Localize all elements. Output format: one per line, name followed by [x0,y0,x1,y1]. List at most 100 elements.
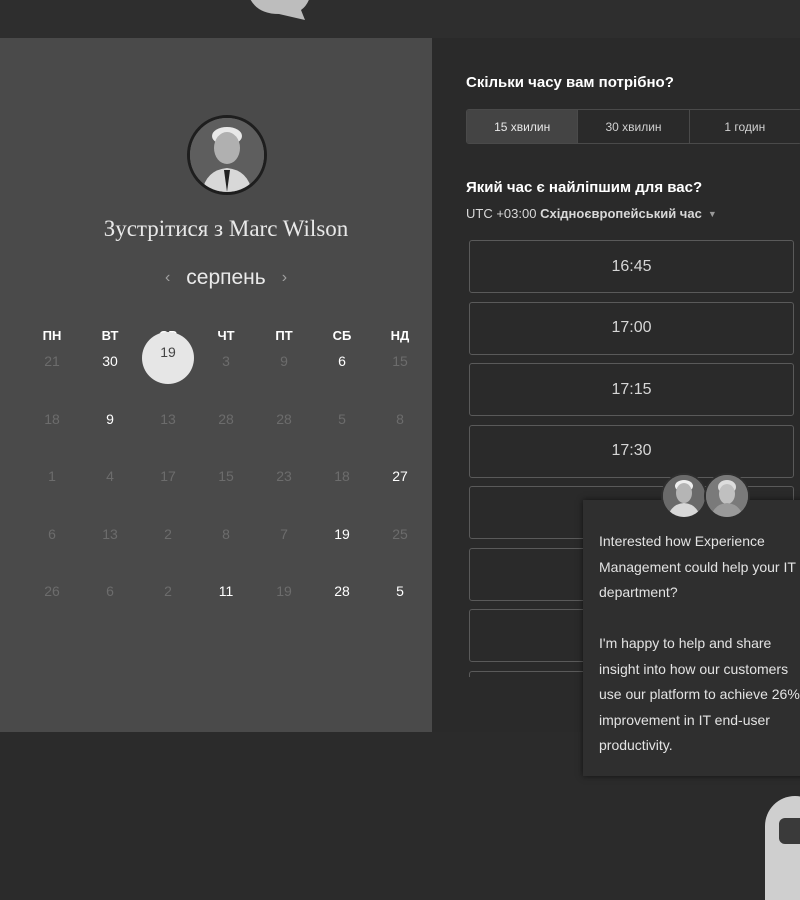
calendar-day: 4 [81,462,139,520]
time-question: Який час є найліпшим для вас? [466,179,703,196]
weekday-header: ЧТ [217,328,235,343]
calendar-day: 8 [197,520,255,578]
calendar-day[interactable]: 28 [313,577,371,635]
duration-option[interactable]: 15 хвилин [467,110,579,143]
chat-launcher-button[interactable] [765,796,800,900]
calendar-day: 25 [371,520,429,578]
day-number: 6 [338,353,346,369]
month-navigation: ‹ серпень › [0,266,452,290]
chat-message: Interested how Experience Management cou… [599,533,796,600]
day-number: 28 [218,410,234,427]
duration-option[interactable]: 1 годин [689,110,800,143]
chat-message: I'm happy to help and share insight into… [599,635,800,753]
calendar-day: 5 [313,405,371,463]
day-number: 9 [280,353,288,369]
month-label: серпень [186,266,266,289]
day-number: 15 [392,353,408,369]
duration-selector: 15 хвилин 30 хвилин 1 годин [466,109,800,144]
weekday-header: ПН [42,328,62,343]
day-number: 5 [338,410,346,427]
calendar-day: 2 [139,520,197,578]
day-number: 17 [160,468,176,484]
duration-option[interactable]: 30 хвилин [578,110,690,143]
host-avatar [187,115,267,195]
day-number: 25 [392,525,408,542]
calendar-day: 13 [81,520,139,578]
calendar-day-selected[interactable]: 19 [139,332,197,405]
brand-logo-icon [250,0,309,20]
day-number: 8 [396,410,404,427]
time-slot-button[interactable]: 16:45 [469,240,794,293]
calendar-day: 9 [255,347,313,405]
calendar-day: 17 [139,462,197,520]
calendar-day[interactable]: 11 [197,577,255,635]
calendar-day: 18 [23,405,81,463]
weekday-header: ВТ [101,328,119,343]
calendar-day: 21 [23,347,81,405]
day-number: 19 [276,583,292,599]
day-number: 8 [222,525,230,542]
time-slot-button[interactable]: 17:00 [469,301,794,355]
day-number: 6 [48,525,56,542]
day-number: 18 [334,468,350,484]
chevron-right-icon[interactable]: › [266,269,303,287]
calendar-day: 26 [23,577,81,635]
timezone-name: Східноєвропейський час [540,206,702,221]
calendar-day: 6 [81,577,139,635]
day-number: 18 [44,410,60,427]
day-number: 13 [102,525,118,542]
day-number: 7 [280,525,288,542]
calendar-panel: Зустрітися з Marc Wilson ‹ серпень › ПН ВТ С… [0,38,432,732]
calendar-day: 28 [255,405,313,463]
day-number: 5 [396,583,404,599]
day-number: 23 [276,468,292,484]
day-number: 15 [218,468,234,484]
day-number: 3 [222,353,230,369]
chat-popup: Interested how Experience Management cou… [583,473,800,776]
day-number: 30 [102,353,118,369]
calendar-day: 18 [313,462,371,520]
time-slot-button[interactable]: 17:30 [469,424,794,478]
calendar-day[interactable]: 9 [81,405,139,463]
top-header [0,0,800,38]
duration-question: Скільки часу вам потрібно? [466,74,674,91]
day-number: 19 [334,525,350,542]
calendar-day: 28 [197,405,255,463]
chevron-left-icon[interactable]: ‹ [149,269,186,287]
timezone-offset: UTC +03:00 [466,206,537,221]
day-number: 19 [160,344,176,360]
calendar-day: 19 [255,577,313,635]
caret-down-icon: ▼ [707,209,717,219]
timezone-selector[interactable]: UTC +03:00 Східноєвропейський час ▼ [466,206,717,221]
calendar-day: 7 [255,520,313,578]
calendar-day: 15 [197,462,255,520]
calendar-day: 15 [371,347,429,405]
time-slot-button[interactable]: 17:15 [469,363,794,416]
calendar-day: 1 [23,462,81,520]
weekday-header: ПТ [275,328,293,343]
calendar-day[interactable]: 30 [81,347,139,405]
calendar-grid: ПН ВТ СР ЧТ ПТ СБ НД 21 30 19 3 9 6 15 18 9 13 28 28 5 8 1 4 17… [23,328,429,635]
day-number: 4 [106,468,114,484]
calendar-day: 2 [139,577,197,635]
calendar-day: 6 [23,520,81,578]
calendar-day[interactable]: 27 [371,462,429,520]
calendar-day: 13 [139,405,197,463]
day-number: 21 [44,353,60,369]
day-number: 9 [106,410,114,427]
calendar-day: 23 [255,462,313,520]
day-number: 2 [164,525,172,542]
calendar-day: 3 [197,347,255,405]
calendar-day: 8 [371,405,429,463]
calendar-day[interactable]: 19 [313,520,371,578]
meeting-title: Зустрітися з Marc Wilson [103,216,349,241]
weekday-header: НД [390,328,410,343]
calendar-day[interactable]: 6 [313,347,371,405]
calendar-day[interactable]: 5 [371,577,429,635]
day-number: 28 [276,410,292,427]
day-number: 27 [392,468,408,484]
day-number: 1 [48,468,56,484]
day-number: 26 [44,583,60,599]
weekday-header: СБ [332,328,352,343]
day-number: 6 [106,583,114,599]
